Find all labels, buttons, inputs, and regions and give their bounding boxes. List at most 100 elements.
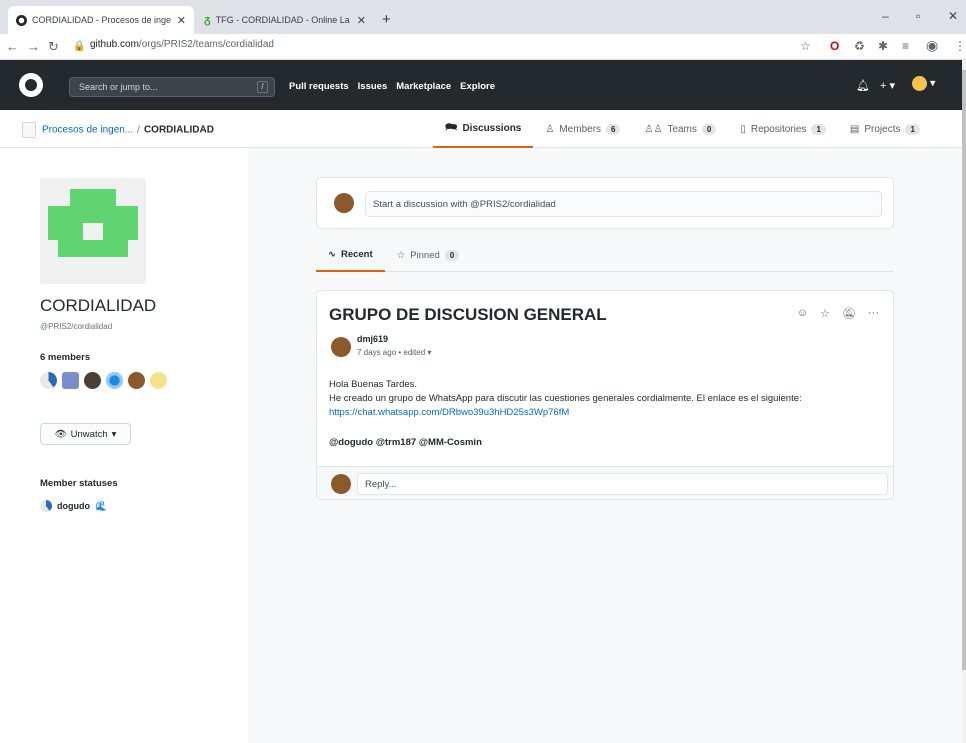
user-avatar-dropdown[interactable]: ▾: [912, 76, 936, 91]
discussions-main: Start a discussion with @PRIS2/cordialid…: [248, 148, 962, 743]
more-options-icon[interactable]: ···: [868, 307, 879, 320]
maximize-icon[interactable]: ▫: [916, 9, 920, 23]
member-avatar[interactable]: [128, 372, 145, 389]
tab-repositories[interactable]: ▯ Repositories 1: [728, 110, 838, 148]
url-field[interactable]: github.com/orgs/PRIS2/teams/cordialidad: [90, 39, 274, 50]
reply-bar: Reply...: [317, 466, 893, 499]
extensions-icon[interactable]: ✱: [878, 39, 888, 53]
nav-marketplace[interactable]: Marketplace: [396, 81, 451, 92]
discussion-filter-tabs: ∿ Recent ☆ Pinned 0: [316, 238, 894, 272]
close-window-icon[interactable]: ✕: [948, 9, 958, 23]
close-tab-icon[interactable]: ✕: [177, 14, 186, 27]
github-logo-icon[interactable]: [19, 73, 43, 97]
nav-pull-requests[interactable]: Pull requests: [289, 81, 349, 92]
breadcrumb: Procesos de ingen... / CORDIALIDAD: [22, 122, 214, 138]
team-handle: @PRIS2/cordialidad: [40, 322, 113, 331]
pin-icon[interactable]: ☆: [820, 307, 830, 320]
members-count-link[interactable]: 6 members: [40, 352, 90, 363]
team-name: CORDIALIDAD: [40, 296, 157, 315]
member-avatar[interactable]: [84, 372, 101, 389]
unwatch-label: Unwatch: [70, 428, 108, 440]
address-bar: ← → ↻ 🔒 github.com/orgs/PRIS2/teams/cord…: [0, 34, 966, 60]
tab-label: Teams: [667, 123, 697, 135]
search-shortcut-key: /: [257, 81, 268, 93]
org-avatar-icon: [22, 122, 36, 138]
member-status-row[interactable]: dogudo 🌊︎: [40, 500, 106, 512]
scrollbar-thumb[interactable]: [962, 70, 966, 670]
member-avatar[interactable]: [62, 372, 79, 389]
post-title[interactable]: GRUPO DE DISCUSION GENERAL: [329, 305, 607, 325]
tab-label: Members: [559, 123, 602, 135]
bell-icon[interactable]: 🔔︎: [856, 79, 870, 92]
counter-badge: 0: [701, 123, 717, 135]
back-icon[interactable]: ←: [6, 39, 19, 54]
breadcrumb-separator: /: [137, 124, 140, 136]
tab-teams[interactable]: ♙♙ Teams 0: [632, 110, 728, 148]
menu-icon[interactable]: ⋮: [954, 39, 966, 53]
team-nav-bar: Procesos de ingen... / CORDIALIDAD 🗪︎ Disc…: [0, 110, 962, 148]
browser-tab-tfg[interactable]: ᵹ TFG - CORDIALIDAD - Online La ✕: [196, 6, 374, 34]
member-avatar[interactable]: [106, 372, 123, 389]
identicon-image: [48, 189, 138, 257]
plus-dropdown-icon[interactable]: + ▾: [880, 79, 895, 92]
reply-input[interactable]: Reply...: [357, 473, 888, 495]
member-avatar[interactable]: [150, 372, 167, 389]
url-domain: github.com: [90, 39, 139, 50]
lock-icon: 🔒: [73, 41, 86, 52]
status-wave-icon: 🌊︎: [95, 500, 107, 511]
unsubscribe-bell-icon[interactable]: 🔕︎: [842, 307, 856, 320]
url-path: /orgs/PRIS2/teams/cordialidad: [138, 39, 274, 50]
eye-icon: 👁︎: [54, 428, 67, 440]
counter-badge: 0: [444, 249, 460, 261]
tab-pinned[interactable]: ☆ Pinned 0: [385, 238, 472, 272]
github-icon: [16, 14, 27, 26]
nav-issues[interactable]: Issues: [358, 81, 388, 92]
current-user-avatar: [331, 474, 351, 494]
counter-badge: 1: [811, 123, 826, 135]
pulse-icon: ∿: [328, 248, 336, 260]
emoji-reaction-icon[interactable]: ☺: [797, 307, 808, 320]
counter-badge: 1: [905, 123, 920, 135]
close-tab-icon[interactable]: ✕: [357, 14, 366, 27]
forward-icon[interactable]: →: [27, 39, 40, 54]
tab-label: Repositories: [750, 123, 807, 135]
member-avatar[interactable]: [40, 372, 57, 389]
reload-icon[interactable]: ↻: [48, 39, 59, 55]
post-actions: ☺ ☆ 🔕︎ ···: [797, 307, 879, 320]
browser-tab-cordialidad[interactable]: CORDIALIDAD - Procesos de inge ✕: [8, 6, 194, 34]
team-sidebar: CORDIALIDAD @PRIS2/cordialidad 6 members…: [0, 148, 248, 743]
search-input[interactable]: Search or jump to... /: [69, 77, 275, 97]
bookmark-star-icon[interactable]: ☆: [800, 39, 811, 53]
member-avatar-list: [40, 372, 167, 389]
tab-members[interactable]: ♙ Members 6: [533, 110, 632, 148]
member-statuses-title: Member statuses: [40, 478, 118, 489]
minimize-icon[interactable]: –: [882, 9, 889, 23]
reading-list-icon[interactable]: ≡: [902, 39, 909, 53]
post-author[interactable]: dmj619: [357, 334, 388, 344]
nav-explore[interactable]: Explore: [460, 81, 495, 92]
tab-recent[interactable]: ∿ Recent: [316, 238, 385, 272]
tab-label: Recent: [340, 248, 373, 260]
unwatch-button[interactable]: 👁︎ Unwatch ▾: [40, 423, 131, 445]
tab-title: TFG - CORDIALIDAD - Online La: [215, 15, 350, 25]
whatsapp-link[interactable]: https://chat.whatsapp.com/DRbwo39u3hHD25…: [329, 407, 569, 418]
tab-label: Pinned: [410, 249, 440, 261]
tab-discussions[interactable]: 🗪︎ Discussions: [433, 110, 534, 148]
tab-label: Discussions: [462, 122, 522, 134]
tab-projects[interactable]: ▤ Projects 1: [838, 110, 932, 148]
discussion-post: GRUPO DE DISCUSION GENERAL ☺ ☆ 🔕︎ ··· dm…: [316, 290, 894, 500]
team-avatar: [40, 178, 146, 284]
breadcrumb-team: CORDIALIDAD: [143, 124, 214, 136]
opera-icon[interactable]: O: [830, 39, 839, 53]
profile-icon[interactable]: ◉: [926, 37, 938, 54]
start-discussion-input[interactable]: Start a discussion with @PRIS2/cordialid…: [365, 191, 882, 217]
author-avatar[interactable]: [331, 337, 351, 357]
post-meta[interactable]: 7 days ago • edited ▾: [357, 348, 431, 357]
project-icon: ▤: [849, 123, 860, 135]
new-tab-button[interactable]: +: [382, 11, 391, 28]
page-scrollbar[interactable]: [962, 60, 966, 743]
counter-badge: 6: [606, 123, 621, 135]
breadcrumb-org-link[interactable]: Procesos de ingen...: [42, 125, 133, 136]
recycle-icon[interactable]: ♻: [854, 39, 865, 53]
post-body: Hola Buenas Tardes. He creado un grupo d…: [329, 378, 884, 420]
